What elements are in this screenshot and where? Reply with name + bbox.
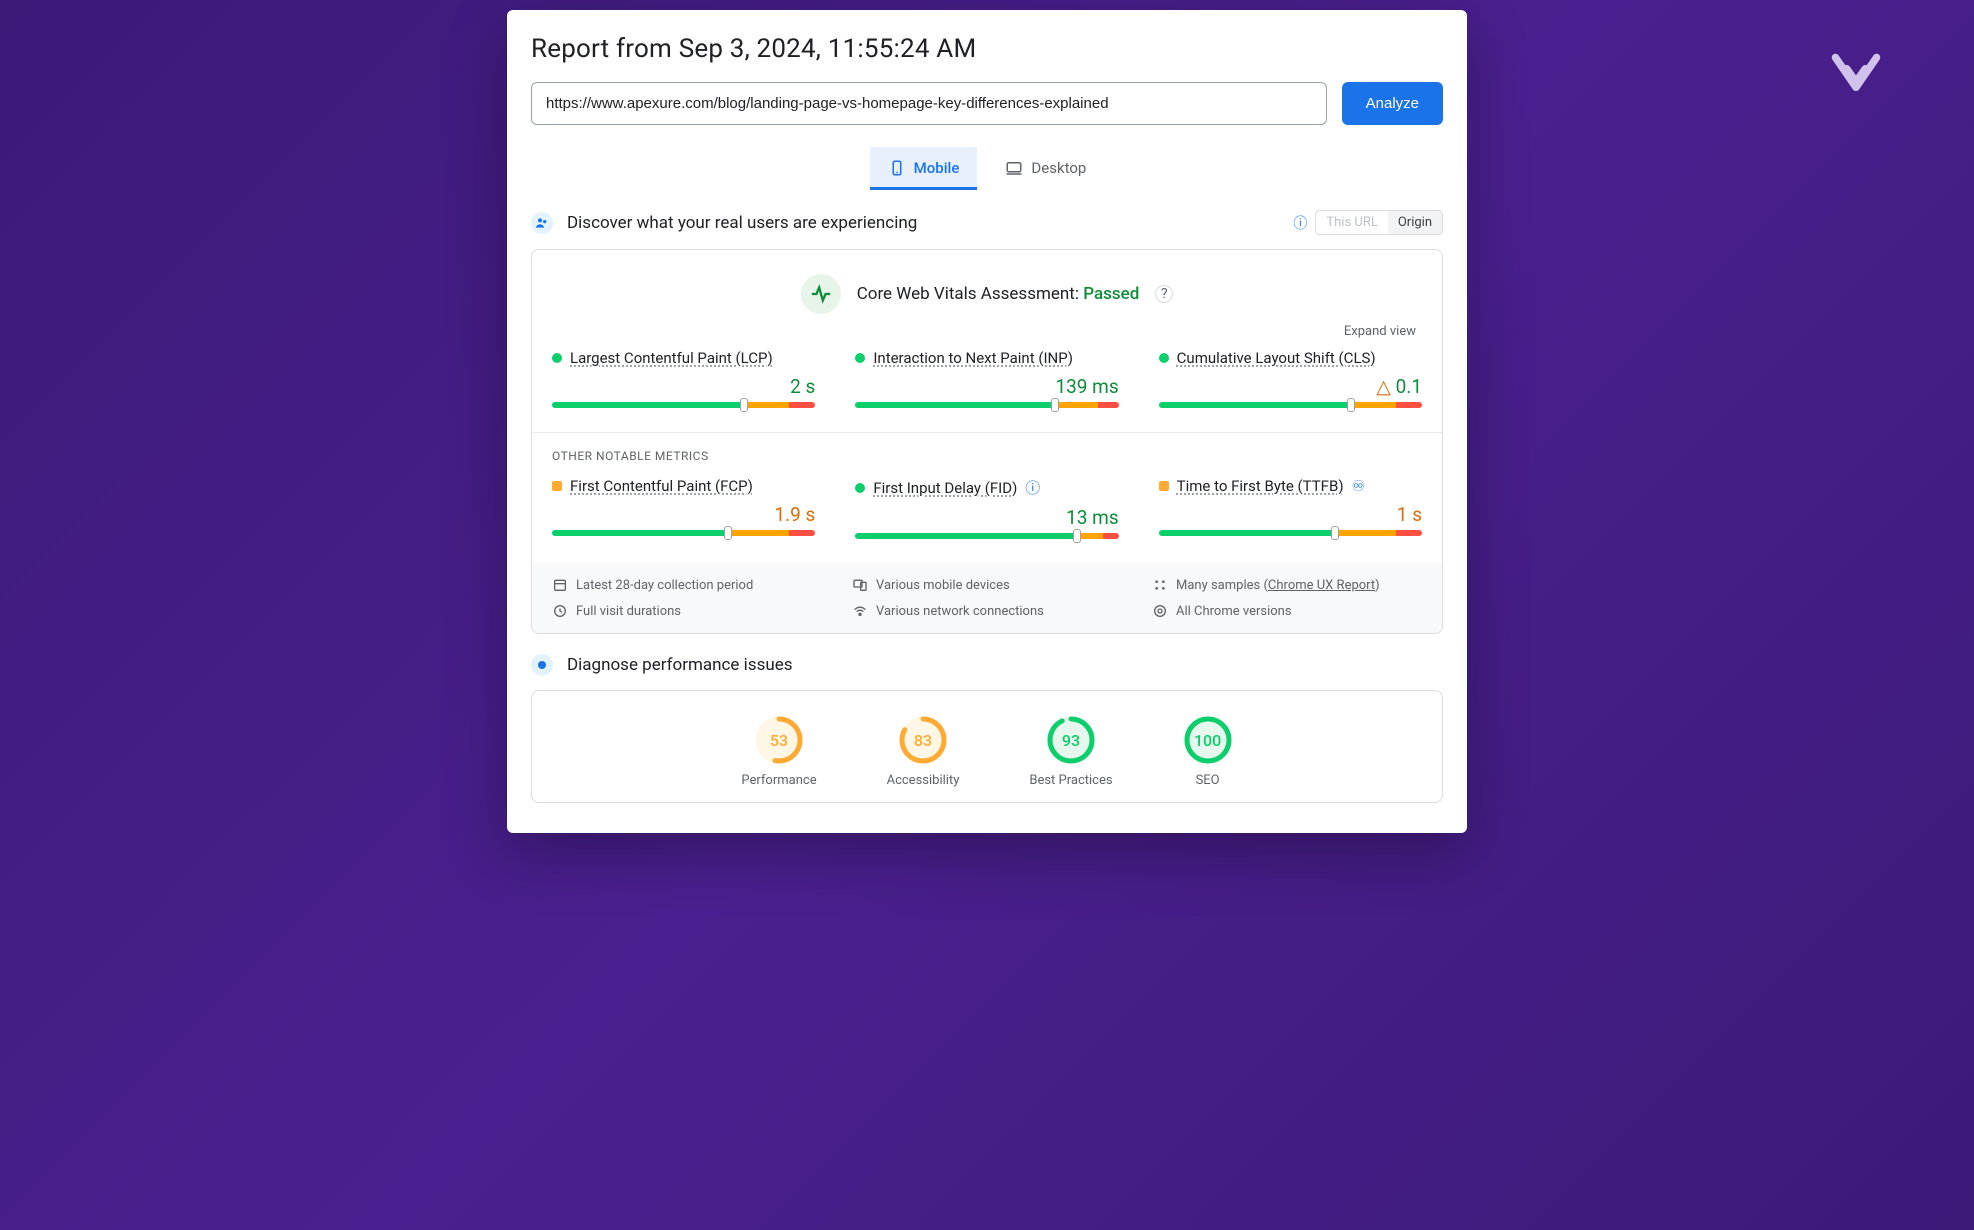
metric-cls-bar <box>1159 402 1422 408</box>
metric-fcp-value: 1.9 s <box>552 503 815 526</box>
devices-icon <box>852 577 868 593</box>
metric-inp-bar <box>855 402 1118 408</box>
metric-cls-link[interactable]: Cumulative Layout Shift (CLS) <box>1177 349 1376 367</box>
analyze-button[interactable]: Analyze <box>1342 82 1443 125</box>
metric-lcp-link[interactable]: Largest Contentful Paint (LCP) <box>570 349 773 367</box>
tab-desktop-label: Desktop <box>1031 159 1086 177</box>
url-origin-toggle: This URL Origin <box>1315 210 1443 235</box>
report-card: Report from Sep 3, 2024, 11:55:24 AM Ana… <box>507 10 1467 833</box>
metric-ttfb: Time to First Byte (TTFB) ♾ 1 s <box>1159 477 1422 539</box>
flask-icon: ♾ <box>1352 477 1365 495</box>
metric-lcp-bar <box>552 402 815 408</box>
crux-report-link[interactable]: Chrome UX Report <box>1268 578 1375 593</box>
metric-fcp-link[interactable]: First Contentful Paint (FCP) <box>570 477 753 495</box>
gauge-seo[interactable]: 100 SEO <box>1183 715 1233 788</box>
footnotes: Latest 28-day collection period Various … <box>532 563 1442 633</box>
users-icon <box>531 212 553 234</box>
clock-icon <box>552 603 568 619</box>
mobile-icon <box>888 159 906 177</box>
metric-inp: Interaction to Next Paint (INP) 139 ms <box>855 349 1118 408</box>
diagnose-icon <box>531 654 553 676</box>
metric-fcp-marker <box>724 526 732 540</box>
metric-lcp-marker <box>740 398 748 412</box>
metric-fid-value: 13 ms <box>855 506 1118 529</box>
fid-info-icon[interactable]: ⓘ <box>1025 477 1040 498</box>
toggle-origin[interactable]: Origin <box>1388 211 1442 234</box>
page-title: Report from Sep 3, 2024, 11:55:24 AM <box>531 34 1443 64</box>
metric-cls-marker <box>1347 398 1355 412</box>
desktop-icon <box>1005 159 1023 177</box>
tab-desktop[interactable]: Desktop <box>987 147 1104 190</box>
metric-ttfb-link[interactable]: Time to First Byte (TTFB) <box>1177 477 1344 495</box>
tab-mobile-label: Mobile <box>914 159 960 177</box>
metric-lcp: Largest Contentful Paint (LCP) 2 s <box>552 349 815 408</box>
gauge-accessibility[interactable]: 83 Accessibility <box>887 715 960 788</box>
metric-inp-marker <box>1051 398 1059 412</box>
metric-ttfb-value: 1 s <box>1159 503 1422 526</box>
metric-cls: Cumulative Layout Shift (CLS) △ 0.1 <box>1159 349 1422 408</box>
tab-mobile[interactable]: Mobile <box>870 147 978 190</box>
diagnose-panel: 53 Performance 83 Accessibility 93 Best … <box>531 690 1443 803</box>
metric-fid-marker <box>1073 529 1081 543</box>
pulse-icon <box>801 274 841 314</box>
chrome-icon <box>1152 603 1168 619</box>
metric-ttfb-marker <box>1331 526 1339 540</box>
samples-icon <box>1152 577 1168 593</box>
diagnose-heading: Diagnose performance issues <box>567 655 793 675</box>
info-icon[interactable]: ⓘ <box>1293 213 1307 233</box>
discover-heading: Discover what your real users are experi… <box>567 213 917 233</box>
cwv-label: Core Web Vitals Assessment: Passed <box>857 284 1140 304</box>
other-metrics-heading: OTHER NOTABLE METRICS <box>552 449 1422 463</box>
wifi-icon <box>852 603 868 619</box>
toggle-this-url: This URL <box>1316 211 1387 234</box>
metric-inp-value: 139 ms <box>855 375 1118 398</box>
gauge-best practices[interactable]: 93 Best Practices <box>1029 715 1112 788</box>
metric-lcp-value: 2 s <box>552 375 815 398</box>
url-input[interactable] <box>531 82 1327 125</box>
metric-fid-bar <box>855 533 1118 539</box>
brand-logo-icon <box>1828 50 1884 106</box>
calendar-icon <box>552 577 568 593</box>
gauge-performance[interactable]: 53 Performance <box>741 715 816 788</box>
cwv-panel: Core Web Vitals Assessment: Passed ? Exp… <box>531 249 1443 634</box>
metric-fcp-bar <box>552 530 815 536</box>
device-tabs: Mobile Desktop <box>507 147 1467 190</box>
metric-ttfb-bar <box>1159 530 1422 536</box>
metric-fid-link[interactable]: First Input Delay (FID) <box>873 479 1017 497</box>
metric-cls-value: △ 0.1 <box>1159 375 1422 398</box>
metric-fcp: First Contentful Paint (FCP) 1.9 s <box>552 477 815 539</box>
help-icon[interactable]: ? <box>1155 285 1173 303</box>
expand-view-link[interactable]: Expand view <box>552 320 1422 349</box>
metric-inp-link[interactable]: Interaction to Next Paint (INP) <box>873 349 1073 367</box>
cwv-status: Passed <box>1083 284 1139 304</box>
metric-fid: First Input Delay (FID) ⓘ 13 ms <box>855 477 1118 539</box>
